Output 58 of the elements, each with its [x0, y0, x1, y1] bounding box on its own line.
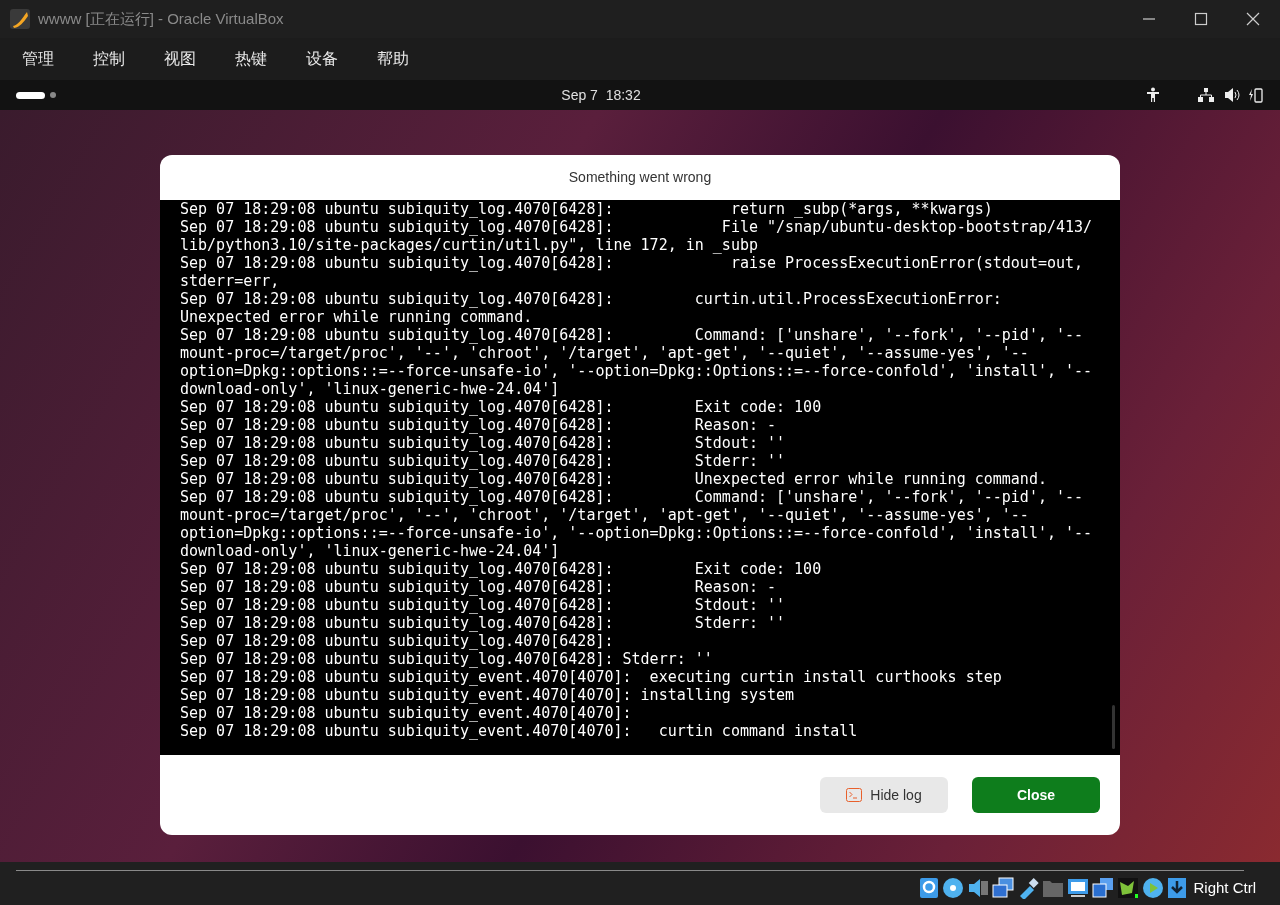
dialog-title: Something went wrong	[568, 168, 712, 187]
menu-item[interactable]: 帮助	[377, 47, 409, 71]
log-line: Sep 07 18:29:08 ubuntu subiquity_log.4070[6428]: Stderr: ''	[180, 614, 786, 632]
log-line: Sep 07 18:29:08 ubuntu subiquity_log.4070[6428]: Unexpected error while running command.	[180, 470, 1047, 488]
menu-item[interactable]: 视图	[164, 47, 196, 71]
menu-item[interactable]: 控制	[93, 47, 125, 71]
close-button[interactable]: Close	[972, 777, 1100, 813]
log-line: option=Dpkg::options::=--force-unsafe-io', '--option=Dpkg::Options::=--force-confold', 'install', '--	[180, 362, 1093, 380]
clock[interactable]: Sep 7 18:32	[561, 84, 641, 106]
menu-item[interactable]: 设备	[306, 47, 338, 71]
log-line: Sep 07 18:29:08 ubuntu subiquity_event.4070[4070]:	[180, 704, 632, 722]
log-line: Sep 07 18:29:08 ubuntu subiquity_event.4070[4070]: executing curtin install curthooks step	[180, 668, 1002, 686]
speaker-icon[interactable]	[967, 877, 990, 899]
log-line: Sep 07 18:29:08 ubuntu subiquity_log.4070[6428]: File "/snap/ubuntu-desktop-bootstrap/413/	[180, 218, 1093, 236]
log-line: stderr=err,	[180, 272, 280, 290]
menu-item[interactable]: 热键	[235, 47, 267, 71]
log-line: Sep 07 18:29:08 ubuntu subiquity_log.4070[6428]: Stdout: ''	[180, 596, 786, 614]
log-line: download-only', 'linux-generic-hwe-24.04']	[180, 380, 560, 398]
log-line: Sep 07 18:29:08 ubuntu subiquity_log.4070[6428]: Command: ['unshare', '--fork', '--pid', '--	[180, 488, 1084, 506]
log-line: Sep 07 18:29:08 ubuntu subiquity_event.4070[4070]: curtin command install	[180, 722, 858, 740]
log-line: Sep 07 18:29:08 ubuntu subiquity_log.4070[6428]: Reason: -	[180, 416, 777, 434]
log-line: Sep 07 18:29:08 ubuntu subiquity_log.4070[6428]: Stderr: ''	[180, 452, 786, 470]
log-line: Sep 07 18:29:08 ubuntu subiquity_log.4070[6428]: Stderr: ''	[180, 650, 713, 668]
log-line: Sep 07 18:29:08 ubuntu subiquity_log.4070[6428]: raise ProcessExecutionError(stdout=out,	[180, 254, 1084, 272]
host-key-label: Right Ctrl	[1193, 877, 1256, 898]
menu-item[interactable]: 管理	[22, 47, 54, 71]
close-icon[interactable]	[1246, 12, 1260, 26]
battery-icon[interactable]	[1248, 87, 1264, 103]
workspace-indicator[interactable]	[16, 91, 45, 99]
scrollbar[interactable]	[1112, 705, 1115, 749]
maximize-icon[interactable]	[1194, 12, 1208, 26]
app-logo-icon	[10, 9, 30, 29]
download-icon[interactable]	[1167, 877, 1188, 899]
hide-log-button[interactable]: Hide log	[820, 777, 948, 813]
accessibility-icon[interactable]	[1146, 87, 1160, 103]
log-line: lib/python3.10/site-packages/curtin/util.py", line 172, in _subp	[180, 236, 758, 254]
windows-icon[interactable]	[1092, 877, 1115, 899]
volume-icon[interactable]	[1224, 88, 1240, 102]
log-line: download-only', 'linux-generic-hwe-24.04']	[180, 542, 560, 560]
log-line: Sep 07 18:29:08 ubuntu subiquity_log.4070[6428]: Stdout: ''	[180, 434, 786, 452]
log-line: Sep 07 18:29:08 ubuntu subiquity_log.4070[6428]: Reason: -	[180, 578, 777, 596]
log-line: Sep 07 18:29:08 ubuntu subiquity_log.4070[6428]: Exit code: 100	[180, 398, 822, 416]
log-line: Sep 07 18:29:08 ubuntu subiquity_log.4070[6428]: Exit code: 100	[180, 560, 822, 578]
log-line: mount-proc=/target/proc', '--', 'chroot', '/target', 'apt-get', '--quiet', '--assume-yes', '--	[180, 344, 1029, 362]
network-icon[interactable]	[1198, 88, 1214, 102]
network-icon[interactable]	[992, 877, 1015, 899]
log-line: Sep 07 18:29:08 ubuntu subiquity_event.4070[4070]: installing system	[180, 686, 795, 704]
log-line: Sep 07 18:29:08 ubuntu subiquity_log.4070[6428]: Command: ['unshare', '--fork', '--pid', '--	[180, 326, 1084, 344]
log-line: mount-proc=/target/proc', '--', 'chroot', '/target', 'apt-get', '--quiet', '--assume-yes', '--	[180, 506, 1029, 524]
terminal-icon	[846, 788, 863, 802]
log-line: Sep 07 18:29:08 ubuntu subiquity_log.4070[6428]:	[180, 632, 614, 650]
log-line: Sep 07 18:29:08 ubuntu subiquity_log.4070[6428]: curtin.util.ProcessExecutionError:	[180, 290, 1002, 308]
log-line: option=Dpkg::options::=--force-unsafe-io', '--option=Dpkg::Options::=--force-confold', 'install', '--	[180, 524, 1093, 542]
window-title: wwww [正在运行] - Oracle VirtualBox	[38, 8, 284, 29]
optical-disc-icon[interactable]	[942, 877, 965, 899]
log-line: Unexpected error while running command.	[180, 308, 533, 326]
log-line: Sep 07 18:29:08 ubuntu subiquity_log.4070[6428]: return _subp(*args, **kwargs)	[180, 200, 993, 218]
display-icon[interactable]	[1067, 877, 1090, 899]
